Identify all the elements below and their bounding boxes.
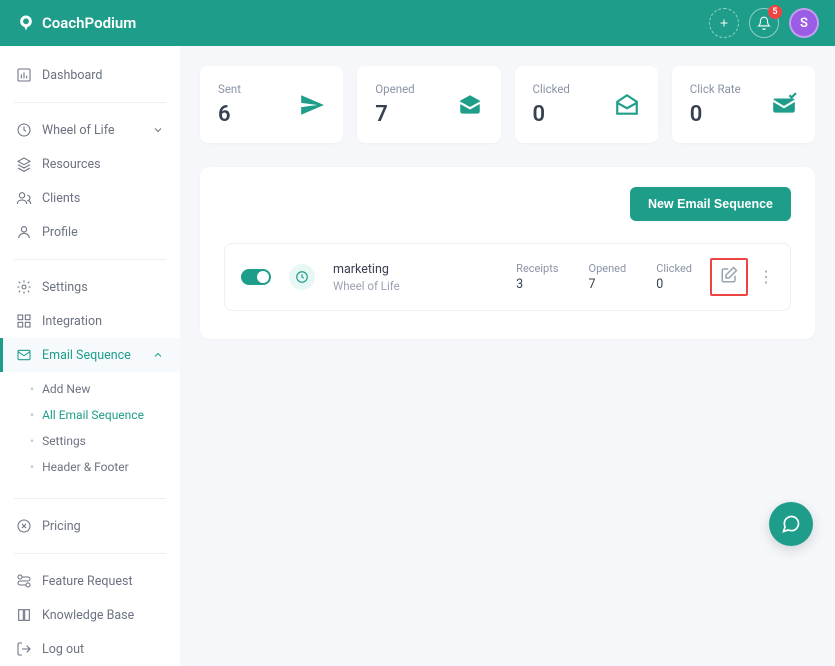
feature-icon <box>16 573 32 589</box>
sidebar-item-pricing[interactable]: Pricing <box>0 509 180 543</box>
sequence-type: Wheel of Life <box>333 279 498 293</box>
sequence-type-icon <box>289 264 315 290</box>
stat-value: 7 <box>375 102 414 127</box>
gear-icon <box>16 279 32 295</box>
sidebar-item-profile[interactable]: Profile <box>0 215 180 249</box>
logo-icon <box>16 13 36 33</box>
brand-logo[interactable]: CoachPodium <box>16 13 136 33</box>
stat-label: Sent <box>218 82 241 96</box>
main-content: Sent 6 Opened 7 Clicked 0 <box>180 46 835 666</box>
sidebar-item-wheel[interactable]: Wheel of Life <box>0 113 180 147</box>
sidebar-item-email-sequence[interactable]: Email Sequence <box>0 338 180 372</box>
plus-icon <box>718 17 730 29</box>
logout-icon <box>16 641 32 657</box>
integration-icon <box>16 313 32 329</box>
send-icon <box>299 92 325 118</box>
sequence-actions: ⋮ <box>710 258 774 296</box>
email-sequence-submenu: Add New All Email Sequence Settings Head… <box>0 372 180 488</box>
chevron-up-icon <box>152 349 164 361</box>
opened-value: 7 <box>589 277 627 292</box>
header-actions: 5 S <box>709 8 819 38</box>
dashboard-icon <box>16 67 32 83</box>
sequence-toggle[interactable] <box>241 269 271 285</box>
stat-value: 0 <box>533 102 570 127</box>
sidebar-item-resources[interactable]: Resources <box>0 147 180 181</box>
sequence-stats: Receipts 3 Opened 7 Clicked 0 <box>516 262 692 292</box>
stat-sent: Sent 6 <box>200 66 343 143</box>
sub-all-email-sequence[interactable]: All Email Sequence <box>0 402 180 428</box>
book-icon <box>16 607 32 623</box>
sidebar-item-dashboard[interactable]: Dashboard <box>0 58 180 92</box>
opened-label: Opened <box>589 262 627 275</box>
receipts-value: 3 <box>516 277 558 292</box>
edit-button[interactable] <box>720 266 738 284</box>
stat-label: Click Rate <box>690 82 741 96</box>
sequence-row: marketing Wheel of Life Receipts 3 Opene… <box>224 243 791 311</box>
clicked-value: 0 <box>656 277 692 292</box>
divider <box>14 259 166 260</box>
chat-fab[interactable] <box>769 502 813 546</box>
stat-value: 0 <box>690 102 741 127</box>
inbox-icon <box>457 92 483 118</box>
header: CoachPodium 5 S <box>0 0 835 46</box>
sidebar-item-knowledge-base[interactable]: Knowledge Base <box>0 598 180 632</box>
stats-row: Sent 6 Opened 7 Clicked 0 <box>200 66 815 143</box>
sub-header-footer[interactable]: Header & Footer <box>0 454 180 480</box>
layers-icon <box>16 156 32 172</box>
sidebar-item-clients[interactable]: Clients <box>0 181 180 215</box>
sidebar-item-settings[interactable]: Settings <box>0 270 180 304</box>
sequence-info: marketing Wheel of Life <box>333 262 498 293</box>
stat-value: 6 <box>218 102 241 127</box>
add-button[interactable] <box>709 8 739 38</box>
tag-icon <box>16 518 32 534</box>
bell-icon <box>757 16 771 30</box>
sub-add-new[interactable]: Add New <box>0 376 180 402</box>
user-icon <box>16 224 32 240</box>
notifications-button[interactable]: 5 <box>749 8 779 38</box>
notif-badge: 5 <box>768 5 782 19</box>
avatar[interactable]: S <box>789 8 819 38</box>
stat-label: Clicked <box>533 82 570 96</box>
clock-icon <box>16 122 32 138</box>
new-email-sequence-button[interactable]: New Email Sequence <box>630 187 791 221</box>
brand-name: CoachPodium <box>42 14 136 32</box>
divider <box>14 102 166 103</box>
stat-label: Opened <box>375 82 414 96</box>
sequence-panel: New Email Sequence marketing Wheel of Li… <box>200 167 815 339</box>
sidebar-item-integration[interactable]: Integration <box>0 304 180 338</box>
divider <box>14 553 166 554</box>
sidebar: Dashboard Wheel of Life Resources Client… <box>0 46 180 666</box>
edit-highlight <box>710 258 748 296</box>
sidebar-item-feature-request[interactable]: Feature Request <box>0 564 180 598</box>
chevron-down-icon <box>152 124 164 136</box>
sidebar-item-logout[interactable]: Log out <box>0 632 180 666</box>
sequence-name: marketing <box>333 262 498 277</box>
mail-icon <box>16 347 32 363</box>
more-button[interactable]: ⋮ <box>758 269 774 285</box>
stat-click-rate: Click Rate 0 <box>672 66 815 143</box>
clicked-label: Clicked <box>656 262 692 275</box>
sub-settings[interactable]: Settings <box>0 428 180 454</box>
users-icon <box>16 190 32 206</box>
stat-clicked: Clicked 0 <box>515 66 658 143</box>
stat-opened: Opened 7 <box>357 66 500 143</box>
receipts-label: Receipts <box>516 262 558 275</box>
mail-check-icon <box>771 92 797 118</box>
open-mail-icon <box>614 92 640 118</box>
chat-icon <box>781 514 801 534</box>
divider <box>14 498 166 499</box>
clock-icon <box>295 270 309 284</box>
